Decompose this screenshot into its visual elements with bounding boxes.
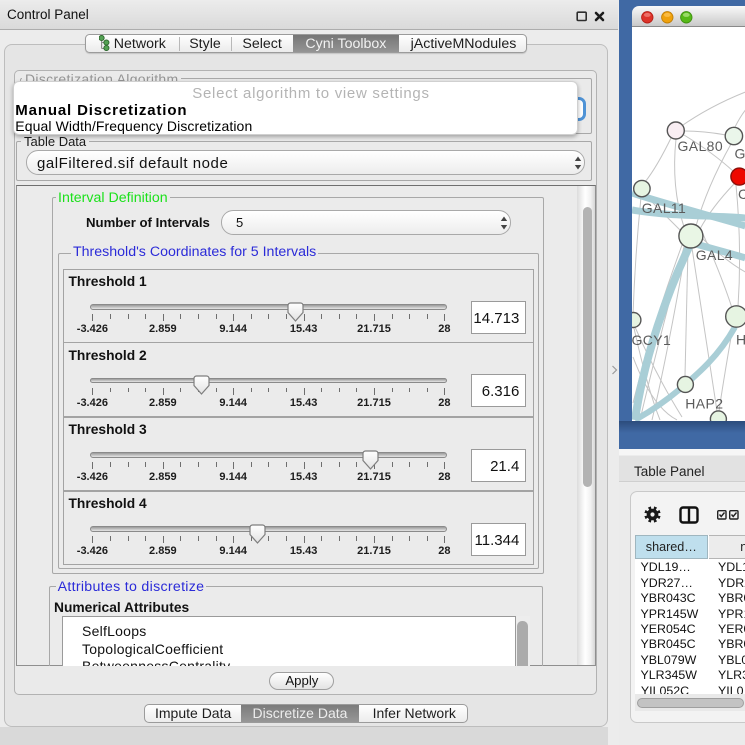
svg-text:GAL11: GAL11 <box>641 200 686 216</box>
svg-text:C: C <box>738 186 745 202</box>
svg-text:HAP2: HAP2 <box>685 396 723 412</box>
svg-text:GA: GA <box>734 146 745 162</box>
svg-text:GCY1: GCY1 <box>632 332 671 348</box>
svg-text:GAL4: GAL4 <box>695 247 732 263</box>
svg-text:GAL80: GAL80 <box>677 138 723 154</box>
svg-text:H: H <box>736 332 745 348</box>
